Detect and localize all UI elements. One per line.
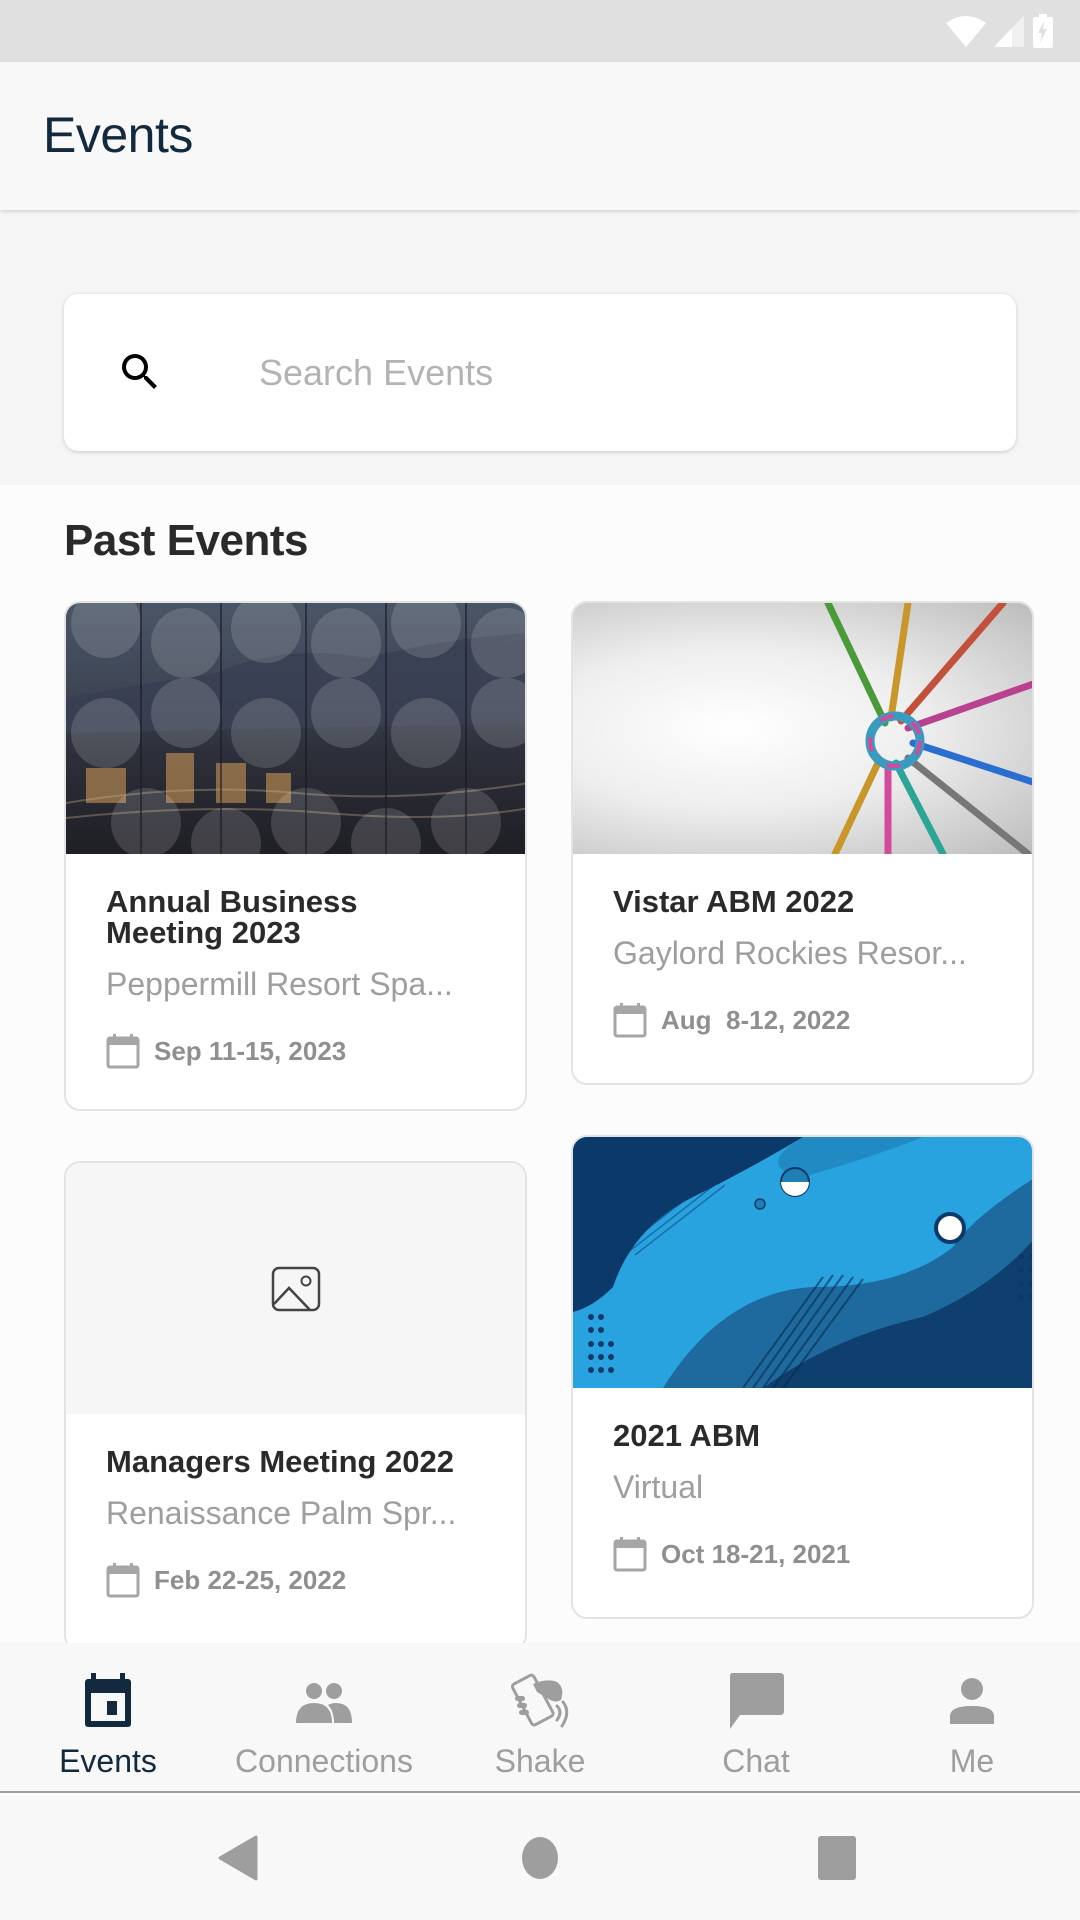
event-date-row: Aug 8-12, 2022	[613, 1002, 992, 1038]
nav-tab-connections[interactable]: Connections	[216, 1643, 432, 1791]
page-title: Events	[43, 107, 193, 163]
event-card[interactable]: 2021 ABM Virtual Oct 18-21, 2021	[571, 1135, 1034, 1619]
event-date-row: Sep 11-15, 2023	[106, 1033, 485, 1069]
event-card[interactable]: Managers Meeting 2022 Renaissance Palm S…	[64, 1161, 527, 1651]
event-date: Sep 11-15, 2023	[154, 1035, 347, 1066]
status-icons	[946, 14, 1054, 48]
back-icon[interactable]	[218, 1835, 258, 1881]
recents-icon[interactable]	[817, 1835, 857, 1881]
nav-tab-chat[interactable]: Chat	[648, 1643, 864, 1791]
calendar-icon	[613, 1537, 647, 1572]
nav-tab-events[interactable]: Events	[0, 1643, 216, 1791]
event-card-body: Annual Business Meeting 2023 Peppermill …	[66, 854, 525, 1069]
event-date-row: Oct 18-21, 2021	[613, 1536, 992, 1572]
bottom-nav: Events Connections Shake Chat Me	[0, 1643, 1080, 1793]
person-icon	[950, 1678, 994, 1724]
nav-label: Events	[59, 1743, 157, 1779]
search-icon	[122, 354, 157, 389]
calendar-icon	[106, 1034, 140, 1069]
event-image-colorful-ropes	[573, 603, 1032, 854]
nav-tab-me[interactable]: Me	[864, 1643, 1080, 1791]
event-image-placeholder	[66, 1163, 525, 1414]
event-location: Renaissance Palm Spr...	[106, 1495, 457, 1531]
people-icon	[296, 1683, 352, 1723]
nav-label: Me	[949, 1743, 995, 1779]
chat-bubble-icon	[730, 1673, 784, 1729]
status-bar	[0, 0, 1080, 62]
event-card[interactable]: Vistar ABM 2022 Gaylord Rockies Resor...…	[571, 601, 1034, 1085]
event-image-city-night	[66, 603, 525, 854]
nav-label: Connections	[235, 1743, 413, 1779]
home-icon[interactable]	[521, 1835, 559, 1881]
event-date: Aug 8-12, 2022	[661, 1004, 851, 1035]
calendar-icon	[613, 1003, 647, 1038]
event-date: Feb 22-25, 2022	[154, 1564, 347, 1595]
section-title: Past Events	[64, 516, 308, 565]
search-area	[0, 210, 1080, 485]
event-title: Vistar ABM 2022	[613, 884, 855, 919]
nav-label: Shake	[494, 1743, 586, 1779]
shake-phone-icon	[510, 1673, 569, 1728]
event-card[interactable]: Annual Business Meeting 2023 Peppermill …	[64, 601, 527, 1111]
event-title: Annual Business Meeting 2023	[106, 884, 358, 950]
calendar-icon	[106, 1563, 140, 1598]
app-header: Events	[0, 62, 1080, 210]
nav-label: Chat	[722, 1743, 790, 1779]
search-input[interactable]	[259, 294, 1039, 451]
event-title: Managers Meeting 2022	[106, 1444, 455, 1479]
battery-charging-icon	[1033, 14, 1053, 48]
event-card-body: 2021 ABM Virtual Oct 18-21, 2021	[573, 1388, 1032, 1572]
event-date: Oct 18-21, 2021	[661, 1538, 851, 1569]
event-title: 2021 ABM	[613, 1418, 761, 1453]
calendar-icon	[85, 1673, 131, 1727]
event-location: Gaylord Rockies Resor...	[613, 935, 967, 971]
search-box[interactable]	[64, 294, 1039, 451]
image-placeholder-icon	[271, 1266, 320, 1311]
event-location: Virtual	[613, 1469, 704, 1505]
cellular-signal-icon	[994, 15, 1024, 47]
event-card-body: Vistar ABM 2022 Gaylord Rockies Resor...…	[573, 854, 1032, 1038]
event-location: Peppermill Resort Spa...	[106, 966, 453, 1002]
nav-tab-shake[interactable]: Shake	[432, 1643, 648, 1791]
wifi-icon	[946, 16, 986, 47]
event-date-row: Feb 22-25, 2022	[106, 1562, 485, 1598]
event-card-body: Managers Meeting 2022 Renaissance Palm S…	[66, 1414, 525, 1598]
event-image-blue-waves	[573, 1137, 1032, 1388]
system-nav-bar	[0, 1795, 1080, 1920]
